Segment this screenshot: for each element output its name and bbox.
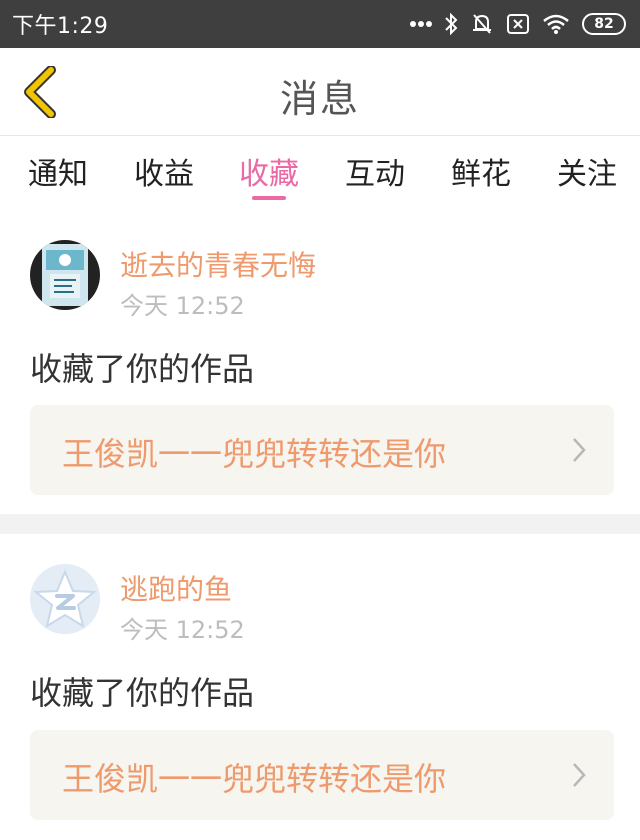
section-divider xyxy=(0,514,640,534)
tab-earnings[interactable]: 收益 xyxy=(119,149,209,193)
work-title: 王俊凯一一兜兜转转还是你 xyxy=(62,435,447,473)
work-title: 王俊凯一一兜兜转转还是你 xyxy=(62,760,447,798)
status-time: 下午1:29 xyxy=(12,14,109,39)
page-title: 消息 xyxy=(279,77,360,121)
mute-bell-icon xyxy=(473,14,491,34)
message-item: 逝去的青春无悔 今天 12:52 收藏了你的作品 王俊凯一一兜兜转转还是你 xyxy=(0,208,640,514)
status-bar: 下午1:29 82 xyxy=(0,0,640,48)
message-time: 今天 12:52 xyxy=(120,616,245,644)
action-text: 收藏了你的作品 xyxy=(30,674,255,712)
chevron-right-icon xyxy=(573,763,586,787)
default-star-avatar-icon xyxy=(30,564,100,634)
work-link[interactable]: 王俊凯一一兜兜转转还是你 xyxy=(30,730,614,820)
book-cover-avatar-icon xyxy=(30,240,100,310)
tab-flowers[interactable]: 鲜花 xyxy=(436,149,526,193)
sim-off-icon xyxy=(507,14,529,34)
action-text: 收藏了你的作品 xyxy=(30,350,255,388)
tab-bar: 通知 收益 收藏 互动 鲜花 关注 xyxy=(0,137,640,207)
tab-following[interactable]: 关注 xyxy=(542,149,632,193)
bluetooth-icon xyxy=(445,12,458,36)
message-time: 今天 12:52 xyxy=(120,292,245,320)
user-name[interactable]: 逝去的青春无悔 xyxy=(120,244,316,284)
work-link[interactable]: 王俊凯一一兜兜转转还是你 xyxy=(30,405,614,495)
more-dots-icon xyxy=(410,21,432,27)
tab-favorites[interactable]: 收藏 xyxy=(224,149,314,193)
tab-notifications[interactable]: 通知 xyxy=(13,149,103,193)
user-avatar[interactable] xyxy=(30,240,100,310)
message-item: 逃跑的鱼 今天 12:52 收藏了你的作品 王俊凯一一兜兜转转还是你 xyxy=(0,534,640,840)
active-tab-indicator xyxy=(252,196,286,200)
tab-interactions[interactable]: 互动 xyxy=(330,149,420,193)
user-avatar[interactable] xyxy=(30,564,100,634)
chevron-right-icon xyxy=(573,438,586,462)
status-icons: 82 xyxy=(410,12,626,36)
user-name[interactable]: 逃跑的鱼 xyxy=(120,568,232,608)
title-bar: 消息 xyxy=(0,48,640,136)
battery-indicator: 82 xyxy=(582,13,626,35)
battery-level: 82 xyxy=(594,16,614,32)
wifi-icon xyxy=(543,14,569,34)
